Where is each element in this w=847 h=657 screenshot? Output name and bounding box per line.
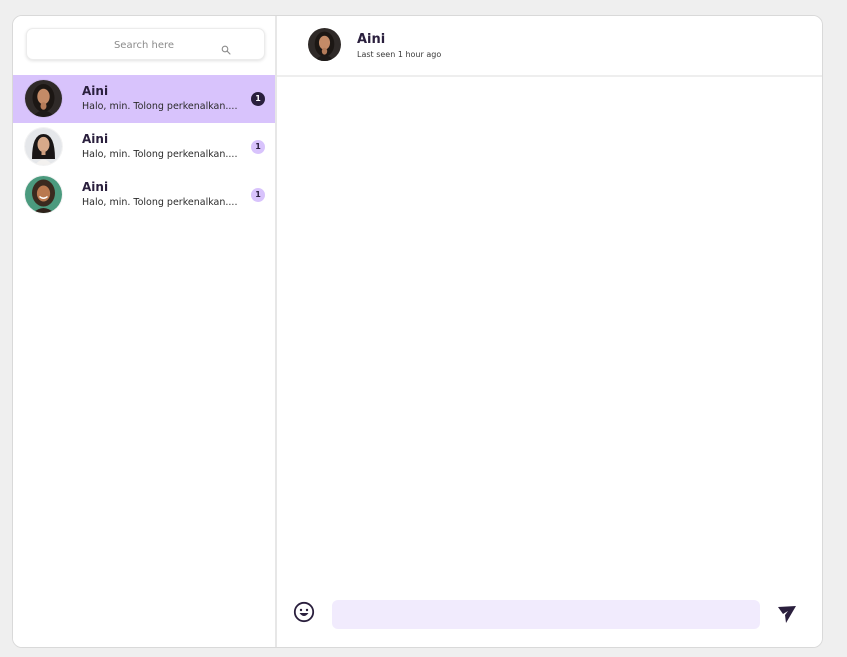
- chat-name: Aini: [82, 132, 109, 146]
- avatar: [25, 176, 62, 213]
- chat-preview: Halo, min. Tolong perkenalkan....: [82, 101, 238, 112]
- unread-badge: 1: [251, 188, 265, 202]
- chat-list: Aini Halo, min. Tolong perkenalkan.... 1…: [13, 75, 275, 219]
- chat-list-item[interactable]: Aini Halo, min. Tolong perkenalkan.... 1: [13, 171, 275, 219]
- messages-area[interactable]: [277, 77, 822, 587]
- unread-badge: 1: [251, 140, 265, 154]
- sidebar: Aini Halo, min. Tolong perkenalkan.... 1…: [13, 16, 277, 647]
- chat-header: Aini Last seen 1 hour ago: [277, 16, 822, 77]
- chat-list-item[interactable]: Aini Halo, min. Tolong perkenalkan.... 1: [13, 75, 275, 123]
- chat-preview: Halo, min. Tolong perkenalkan....: [82, 149, 238, 160]
- search-box[interactable]: [26, 28, 265, 61]
- message-input[interactable]: [332, 600, 760, 629]
- chat-preview: Halo, min. Tolong perkenalkan....: [82, 197, 238, 208]
- search-icon[interactable]: [221, 40, 231, 55]
- chat-name: Aini: [82, 180, 109, 194]
- chat-window: Aini Halo, min. Tolong perkenalkan.... 1…: [12, 15, 823, 648]
- avatar: [25, 80, 62, 117]
- conversation-panel: Aini Last seen 1 hour ago: [277, 16, 822, 647]
- avatar[interactable]: [308, 28, 341, 61]
- last-seen-status: Last seen 1 hour ago: [357, 50, 442, 59]
- message-composer: [277, 585, 822, 647]
- send-icon[interactable]: [776, 603, 798, 625]
- smiley-icon[interactable]: [293, 601, 315, 623]
- search-input[interactable]: [47, 29, 241, 61]
- unread-badge: 1: [251, 92, 265, 106]
- avatar: [25, 128, 62, 165]
- contact-name: Aini: [357, 32, 386, 47]
- chat-name: Aini: [82, 84, 109, 98]
- chat-list-item[interactable]: Aini Halo, min. Tolong perkenalkan.... 1: [13, 123, 275, 171]
